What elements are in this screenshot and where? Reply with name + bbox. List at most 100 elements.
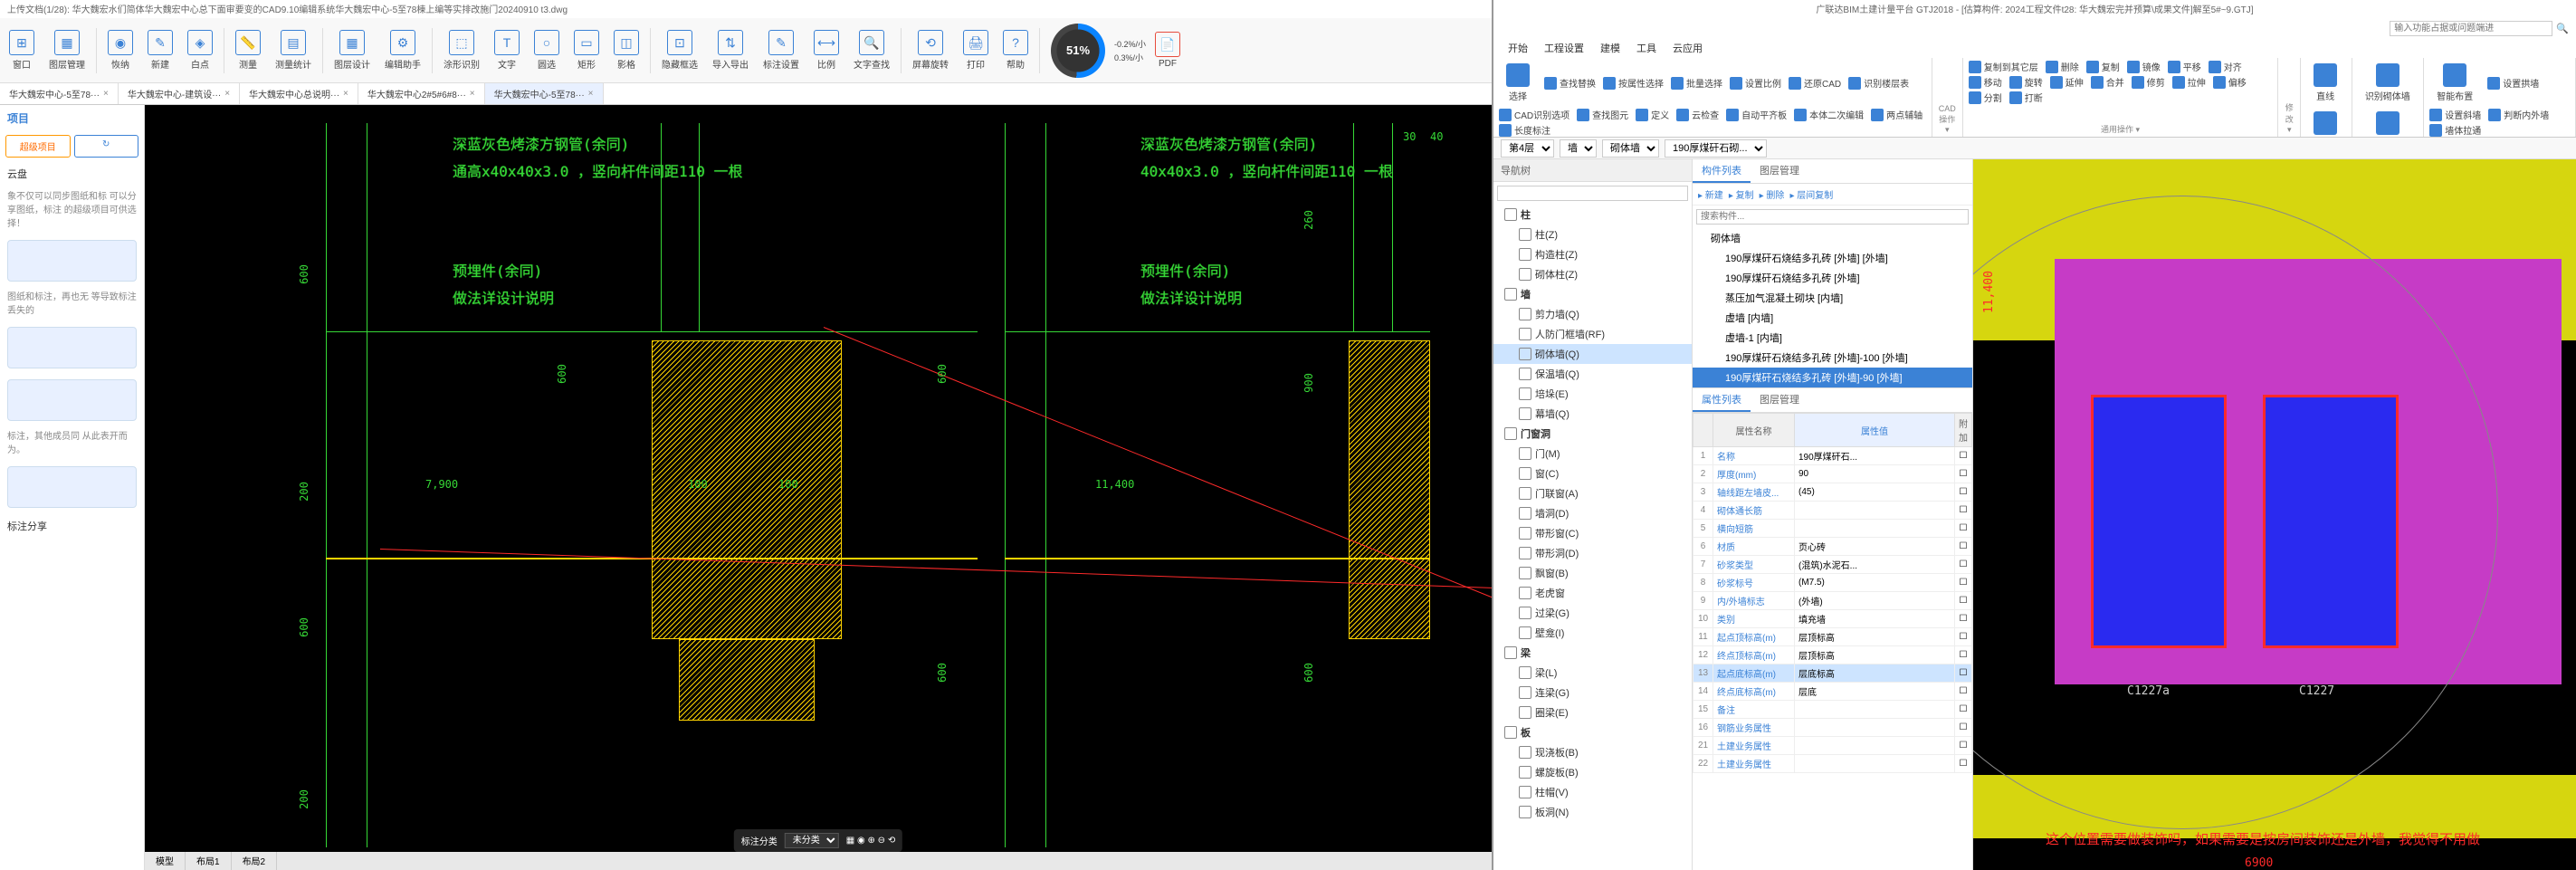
ribbon-item-墙体拉通[interactable]: 墙体拉通 [2429, 123, 2481, 137]
tree-node[interactable]: 门联窗(A) [1493, 483, 1692, 503]
prop-extra-checkbox[interactable]: ☐ [1955, 628, 1972, 646]
ribbon-item-删除[interactable]: 删除 [2046, 60, 2079, 73]
ribbon-帮助[interactable]: ?帮助 [997, 26, 1034, 74]
prop-value[interactable]: 填充墙 [1795, 610, 1955, 628]
prop-extra-checkbox[interactable]: ☐ [1955, 664, 1972, 683]
component-item[interactable]: 190厚煤矸石烧结多孔砖 [外墙] [1693, 268, 1972, 288]
prop-value[interactable]: 层顶标高 [1795, 628, 1955, 646]
ribbon-比例[interactable]: ⟷比例 [808, 26, 844, 74]
ribbon-item-偏移[interactable]: 偏移 [2213, 75, 2247, 89]
ribbon-item-拉伸[interactable]: 拉伸 [2172, 75, 2206, 89]
prop-value[interactable]: (混筑)水泥石... [1795, 556, 1955, 574]
menu-开始[interactable]: 开始 [1501, 39, 1535, 57]
file-tab[interactable]: 华大魏宏中心-5至78···× [0, 83, 119, 104]
layer-select[interactable]: 未分类 [785, 833, 839, 848]
viewport-3d[interactable]: 11,400 C1227a C1227 6900 1300 1300 500 这… [1973, 159, 2576, 870]
prop-extra-checkbox[interactable]: ☐ [1955, 755, 1972, 773]
prop-extra-checkbox[interactable]: ☐ [1955, 447, 1972, 465]
thumb-1[interactable] [7, 240, 137, 282]
search-icon[interactable]: 🔍 [2556, 23, 2569, 34]
tree-node[interactable]: 飘窗(B) [1493, 563, 1692, 583]
tree-node[interactable]: 门(M) [1493, 444, 1692, 464]
ribbon-item-修剪[interactable]: 修剪 [2132, 75, 2165, 89]
ribbon-涂形识别[interactable]: ⬚涂形识别 [438, 26, 485, 74]
prop-extra-checkbox[interactable]: ☐ [1955, 465, 1972, 483]
prop-extra-checkbox[interactable]: ☐ [1955, 701, 1972, 719]
close-icon[interactable]: × [588, 89, 594, 99]
tree-node[interactable]: 构造柱(Z) [1493, 244, 1692, 264]
ribbon-隐藏框选[interactable]: ⊡隐藏框选 [656, 26, 703, 74]
ribbon-item-还原CAD[interactable]: 还原CAD [1789, 60, 1841, 106]
ribbon-big-选择[interactable]: 选择 [1499, 60, 1537, 106]
tab-property-layer[interactable]: 图层管理 [1751, 388, 1808, 412]
prop-extra-checkbox[interactable]: ☐ [1955, 610, 1972, 628]
prop-extra-checkbox[interactable]: ☐ [1955, 502, 1972, 520]
prop-value[interactable]: 190厚煤矸石... [1795, 447, 1955, 465]
prop-value[interactable]: 页心砖 [1795, 538, 1955, 556]
property-row[interactable]: 22土建业务属性☐ [1693, 755, 1972, 773]
tree-node[interactable]: 带形窗(C) [1493, 523, 1692, 543]
ribbon-item-对齐[interactable]: 对齐 [2209, 60, 2242, 73]
bottom-tab-model[interactable]: 模型 [145, 852, 186, 870]
menu-云应用[interactable]: 云应用 [1665, 39, 1710, 57]
component-item[interactable]: 190厚煤矸石烧结多孔砖 [外墙] [外墙] [1693, 248, 1972, 268]
ribbon-item-分割[interactable]: 分割 [1969, 91, 2002, 104]
tree-node[interactable]: 柱(Z) [1493, 225, 1692, 244]
ribbon-item-长度标注[interactable]: 长度标注 [1499, 123, 1550, 137]
tree-node[interactable]: 壁龛(I) [1493, 623, 1692, 643]
toolbar-删除[interactable]: ▸ 删除 [1760, 187, 1785, 201]
prop-value[interactable]: 层底 [1795, 683, 1955, 701]
group-label[interactable]: CAD操作 ▾ [1938, 102, 1957, 135]
toolbar-新建[interactable]: ▸ 新建 [1698, 187, 1723, 201]
pdf-button[interactable]: 📄PDF [1150, 28, 1186, 72]
ribbon-白点[interactable]: ◈白点 [182, 26, 218, 74]
thumb-3[interactable] [7, 379, 137, 421]
ribbon-打印[interactable]: 🖨打印 [958, 26, 994, 74]
ribbon-item-查找图元[interactable]: 查找图元 [1577, 108, 1628, 121]
prop-value[interactable]: 90 [1795, 465, 1955, 483]
tree-node[interactable]: 柱 [1493, 205, 1692, 225]
ribbon-编辑助手[interactable]: ⚙编辑助手 [379, 26, 426, 74]
refresh-button[interactable]: ↻ [74, 135, 139, 158]
cad-canvas[interactable]: 深蓝灰色烤漆方钢管(余同) 通高x40x40x3.0 ，竖向杆件间距110 一根… [145, 105, 1492, 870]
tree-node[interactable]: 现浇板(B) [1493, 742, 1692, 762]
prop-extra-checkbox[interactable]: ☐ [1955, 520, 1972, 538]
ribbon-item-识别楼层表[interactable]: 识别楼层表 [1848, 60, 1909, 106]
tree-node[interactable]: 螺旋板(B) [1493, 762, 1692, 782]
tree-node[interactable]: 板 [1493, 722, 1692, 742]
menu-建模[interactable]: 建模 [1593, 39, 1627, 57]
tree-node[interactable]: 柱帽(V) [1493, 782, 1692, 802]
property-row[interactable]: 8砂浆标号(M7.5)☐ [1693, 574, 1972, 592]
prop-value[interactable] [1795, 502, 1955, 520]
ribbon-标注设置[interactable]: ✎标注设置 [758, 26, 805, 74]
ribbon-item-判断内外墙[interactable]: 判断内外墙 [2488, 108, 2549, 121]
ribbon-item-设置拱墙[interactable]: 设置拱墙 [2487, 60, 2539, 106]
close-icon[interactable]: × [343, 89, 348, 99]
property-row[interactable]: 16钢筋业务属性☐ [1693, 719, 1972, 737]
ribbon-item-打断[interactable]: 打断 [2009, 91, 2043, 104]
ribbon-导入导出[interactable]: ⇅导入导出 [707, 26, 754, 74]
file-tab[interactable]: 华大魏宏中心-建筑设···× [119, 83, 240, 104]
ribbon-item-按属性选择[interactable]: 按属性选择 [1603, 60, 1664, 106]
menu-工具[interactable]: 工具 [1629, 39, 1664, 57]
global-search-input[interactable] [2390, 21, 2552, 36]
file-tab[interactable]: 华大魏宏中心2#5#6#8···× [358, 83, 485, 104]
property-row[interactable]: 1名称190厚煤矸石...☐ [1693, 447, 1972, 465]
ribbon-文字查找[interactable]: 🔍文字查找 [848, 26, 895, 74]
ribbon-恢纳[interactable]: ◉恢纳 [102, 26, 138, 74]
type-select[interactable]: 砌体墙 [1602, 139, 1659, 158]
ribbon-item-自动平齐板[interactable]: 自动平齐板 [1726, 108, 1787, 121]
prop-extra-checkbox[interactable]: ☐ [1955, 683, 1972, 701]
component-item[interactable]: 虚墙-1 [内墙] [1693, 328, 1972, 348]
prop-extra-checkbox[interactable]: ☐ [1955, 556, 1972, 574]
ribbon-item-两点辅轴[interactable]: 两点辅轴 [1871, 108, 1922, 121]
ribbon-文字[interactable]: T文字 [489, 26, 525, 74]
prop-value[interactable]: (M7.5) [1795, 574, 1955, 592]
status-icons[interactable]: ▦ ◉ ⊕ ⊖ ⟲ [846, 836, 895, 846]
ribbon-big-智能布置[interactable]: 智能布置 [2429, 60, 2480, 106]
tab-property-list[interactable]: 属性列表 [1693, 388, 1751, 412]
property-row[interactable]: 11起点顶标高(m)层顶标高☐ [1693, 628, 1972, 646]
tree-node[interactable]: 老虎窗 [1493, 583, 1692, 603]
prop-extra-checkbox[interactable]: ☐ [1955, 483, 1972, 502]
super-project-button[interactable]: 超级项目 [5, 135, 71, 158]
